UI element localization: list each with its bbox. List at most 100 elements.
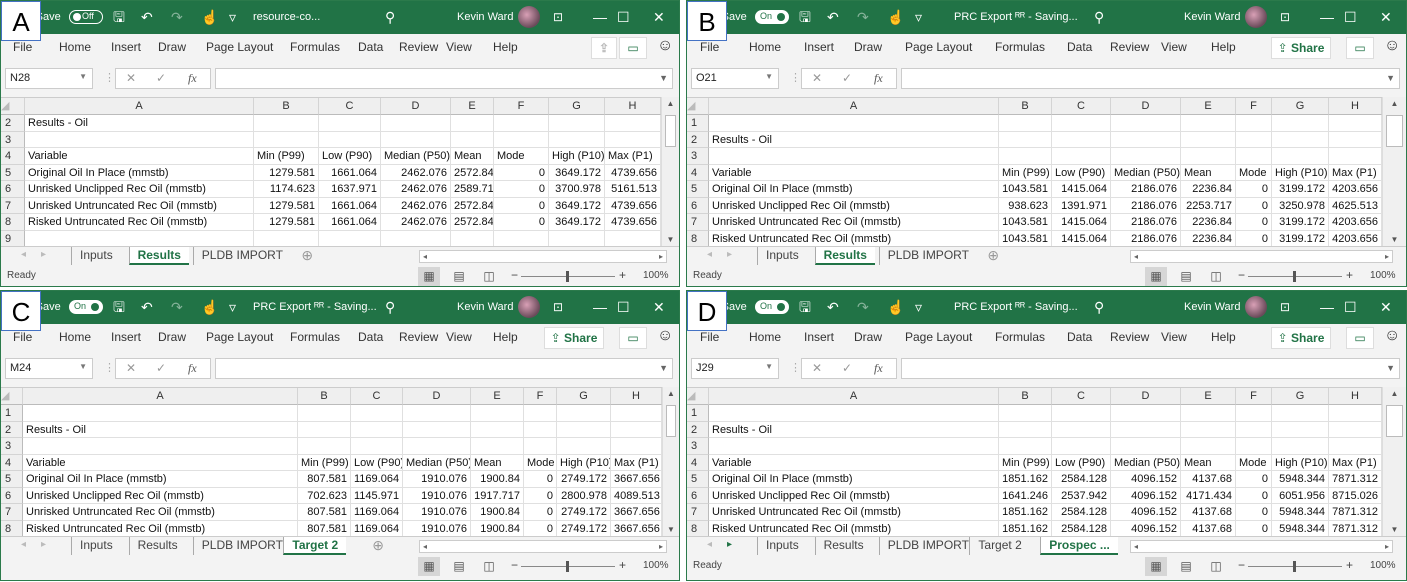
cell[interactable] <box>1052 438 1111 455</box>
sheet-tab-inputs[interactable]: Inputs <box>71 537 121 555</box>
column-header-b[interactable]: B <box>298 388 351 405</box>
page-break-preview-icon[interactable]: ◫ <box>1205 557 1227 576</box>
cell[interactable] <box>1111 115 1181 132</box>
scroll-tabs-left-icon[interactable]: ◂ <box>707 249 712 260</box>
cell[interactable]: 3199.172 <box>1272 230 1329 247</box>
ribbon-tab-view[interactable]: View <box>446 40 472 54</box>
search-icon[interactable]: ⚲ <box>1094 9 1104 25</box>
page-break-preview-icon[interactable]: ◫ <box>1205 267 1227 286</box>
cell[interactable]: 807.581 <box>298 520 351 537</box>
cell[interactable]: 1910.076 <box>403 487 471 504</box>
column-header-c[interactable]: C <box>1052 388 1111 405</box>
cell[interactable]: 2253.717 <box>1181 197 1236 214</box>
row-header[interactable]: 8 <box>687 230 709 247</box>
ribbon-tab-formulas[interactable]: Formulas <box>290 330 340 344</box>
sheet-tab-results[interactable]: Results <box>128 537 186 555</box>
cell[interactable]: 4171.434 <box>1181 487 1236 504</box>
row-header[interactable]: 8 <box>1 214 25 231</box>
cell[interactable]: Unrisked Untruncated Rec Oil (mmstb) <box>709 504 999 521</box>
ribbon-tab-home[interactable]: Home <box>59 330 91 344</box>
cell[interactable] <box>524 421 557 438</box>
maximize-icon[interactable]: ☐ <box>617 9 630 25</box>
cell[interactable] <box>403 438 471 455</box>
cell[interactable]: 0 <box>1236 230 1272 247</box>
vertical-scroll-thumb[interactable] <box>1386 405 1403 437</box>
cell[interactable] <box>1236 405 1272 422</box>
cell[interactable]: Risked Untruncated Rec Oil (mmstb) <box>25 214 254 231</box>
cell[interactable] <box>1052 148 1111 165</box>
cell[interactable]: 0 <box>1236 214 1272 231</box>
undo-icon[interactable]: ↶ <box>141 299 153 315</box>
maximize-icon[interactable]: ☐ <box>1344 299 1357 315</box>
cell[interactable]: 4739.656 <box>605 197 661 214</box>
ribbon-tab-data[interactable]: Data <box>1067 40 1092 54</box>
cell[interactable]: 0 <box>524 504 557 521</box>
cell[interactable]: 3667.656 <box>611 520 662 537</box>
cell[interactable]: 4089.513 <box>611 487 662 504</box>
avatar[interactable] <box>1245 6 1267 28</box>
feedback-smiley-icon[interactable]: ☺ <box>1384 327 1400 345</box>
cell[interactable]: 0 <box>1236 181 1272 198</box>
cell[interactable] <box>1111 148 1181 165</box>
undo-icon[interactable]: ↶ <box>827 9 839 25</box>
cell[interactable] <box>1181 421 1236 438</box>
cell[interactable]: 807.581 <box>298 471 351 488</box>
sheet-tab-pldb-import[interactable]: PLDB IMPORT <box>878 247 977 265</box>
scroll-tabs-right-icon[interactable]: ▸ <box>727 249 732 260</box>
scroll-left-icon[interactable]: ◂ <box>1134 252 1138 261</box>
cell[interactable]: 1174.623 <box>254 181 319 198</box>
cell[interactable]: 5948.344 <box>1272 504 1329 521</box>
cell[interactable] <box>471 438 524 455</box>
page-layout-view-icon[interactable]: ▤ <box>448 267 470 286</box>
document-title[interactable]: PRC Export ᴿᴿ - Saving... <box>954 11 1078 23</box>
cell[interactable]: Max (P1) <box>1329 164 1382 181</box>
cell[interactable] <box>999 405 1052 422</box>
cell[interactable]: 0 <box>524 520 557 537</box>
maximize-icon[interactable]: ☐ <box>1344 9 1357 25</box>
cell[interactable]: 1851.162 <box>999 471 1052 488</box>
share-button[interactable]: ⇪ Share <box>1271 37 1331 59</box>
scroll-tabs-left-icon[interactable]: ◂ <box>707 539 712 550</box>
name-box[interactable]: O21 ▼ <box>691 68 779 89</box>
cell[interactable]: 1169.064 <box>351 520 403 537</box>
cell[interactable] <box>1111 405 1181 422</box>
ribbon-tab-file[interactable]: File <box>13 330 32 344</box>
feedback-smiley-icon[interactable]: ☺ <box>1384 37 1400 55</box>
horizontal-scrollbar[interactable]: ◂ ▸ <box>1130 250 1393 263</box>
cell[interactable]: Unrisked Untruncated Rec Oil (mmstb) <box>25 197 254 214</box>
cell[interactable] <box>1236 115 1272 132</box>
cell[interactable]: Results - Oil <box>709 131 999 148</box>
cell[interactable] <box>1272 115 1329 132</box>
row-header[interactable]: 5 <box>1 471 23 488</box>
cell[interactable]: 0 <box>494 164 549 181</box>
enter-icon[interactable]: ✓ <box>156 71 166 85</box>
ribbon-tab-review[interactable]: Review <box>399 40 438 54</box>
save-icon[interactable]: 🖫 <box>113 9 125 25</box>
ribbon-tab-data[interactable]: Data <box>1067 330 1092 344</box>
cell[interactable]: Low (P90) <box>1052 164 1111 181</box>
minimize-icon[interactable]: — <box>593 9 607 25</box>
cell[interactable]: 0 <box>494 197 549 214</box>
cell[interactable]: 0 <box>494 181 549 198</box>
user-name[interactable]: Kevin Ward <box>1184 301 1240 313</box>
cell[interactable]: 0 <box>1236 197 1272 214</box>
scroll-tabs-right-icon[interactable]: ▸ <box>41 539 46 550</box>
document-title[interactable]: PRC Export ᴿᴿ - Saving... <box>253 301 377 313</box>
cell[interactable] <box>524 438 557 455</box>
cell[interactable]: 4096.152 <box>1111 504 1181 521</box>
cell[interactable]: High (P10) <box>1272 164 1329 181</box>
touch-mode-icon[interactable]: ☝ <box>887 299 904 315</box>
cell[interactable]: Unrisked Unclipped Rec Oil (mmstb) <box>23 487 298 504</box>
cell[interactable] <box>605 230 661 247</box>
cell[interactable] <box>709 148 999 165</box>
cell[interactable] <box>254 131 319 148</box>
cell[interactable]: Unrisked Unclipped Rec Oil (mmstb) <box>25 181 254 198</box>
row-header[interactable]: 4 <box>1 454 23 471</box>
cell[interactable] <box>451 230 494 247</box>
cell[interactable]: Min (P99) <box>298 454 351 471</box>
feedback-smiley-icon[interactable]: ☺ <box>657 37 673 55</box>
cell[interactable]: 1851.162 <box>999 520 1052 537</box>
sheet-tab-pldb-import[interactable]: PLDB IMPORT <box>192 537 291 555</box>
row-header[interactable]: 6 <box>1 487 23 504</box>
row-header[interactable]: 3 <box>687 148 709 165</box>
